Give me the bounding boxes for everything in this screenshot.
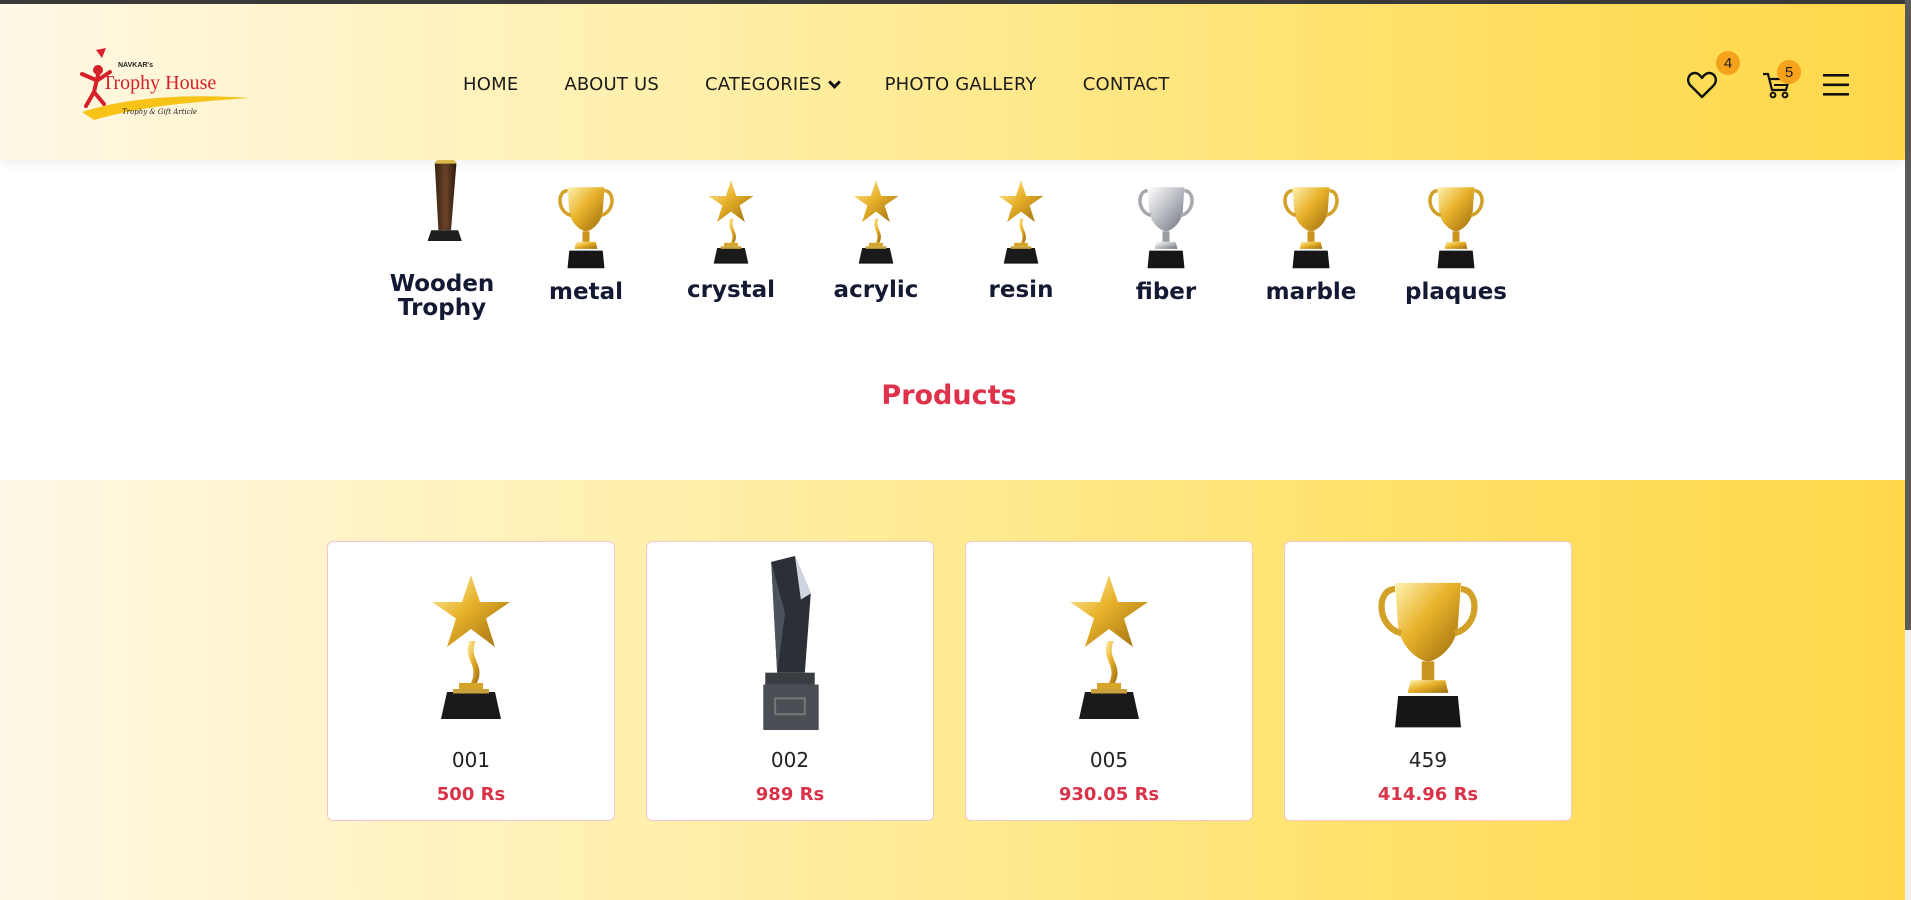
category-wooden-trophy[interactable]: Wooden Trophy [382,160,502,320]
scrollbar-thumb[interactable] [1905,0,1911,630]
product-name: 001 [451,748,491,772]
wishlist-count-badge: 4 [1716,51,1740,75]
product-card[interactable]: 001 500 Rs [327,541,615,821]
category-metal[interactable]: metal [526,170,646,304]
category-label-line2: Trophy [397,295,487,321]
nav-photo-gallery-label: PHOTO GALLERY [884,74,1037,95]
star-trophy-icon [850,176,902,268]
site-header: NAVKAR's Trophy House Trophy & Gift Arti… [0,4,1905,160]
gold-cup-icon [555,182,617,270]
category-plaques-label: plaques [1405,279,1507,305]
products-heading: Products [881,380,1017,411]
product-price: 414.96 Rs [1377,784,1479,805]
category-resin-label: resin [988,277,1054,303]
category-acrylic[interactable]: acrylic [816,168,936,302]
main-nav: HOME ABOUT US CATEGORIES PHOTO GALLERY C… [463,74,1169,95]
page-scrollbar[interactable] [1905,0,1911,900]
category-marble-label: marble [1265,279,1357,305]
category-metal-label: metal [549,279,623,305]
gold-cup-icon [1373,572,1483,732]
nav-categories-label: CATEGORIES [705,74,822,95]
product-name: 002 [770,748,810,772]
nav-about-us[interactable]: ABOUT US [564,74,659,95]
category-fiber-label: fiber [1135,279,1197,305]
nav-photo-gallery[interactable]: PHOTO GALLERY [885,74,1037,95]
nav-about-us-label: ABOUT US [564,74,660,95]
site-logo[interactable]: NAVKAR's Trophy House Trophy & Gift Arti… [72,44,252,130]
product-price: 930.05 Rs [1058,784,1160,805]
heart-icon [1687,71,1717,99]
nav-home-label: HOME [463,74,519,95]
logo-title: Trophy House [102,72,217,94]
category-label-line1: Wooden [389,271,495,297]
silver-cup-icon [1135,182,1197,270]
category-wooden-trophy-label: Wooden Trophy [382,272,502,320]
logo-top-text: NAVKAR's [118,62,153,69]
category-marble[interactable]: marble [1251,170,1371,304]
category-strip: Wooden Trophy metal crystal acrylic resin… [0,160,1905,480]
category-resin[interactable]: resin [961,168,1081,302]
gold-cup-icon [1425,182,1487,270]
product-price: 989 Rs [755,784,825,805]
product-price: 500 Rs [436,784,506,805]
product-name: 459 [1408,748,1448,772]
menu-button[interactable] [1819,68,1853,102]
cart-count-badge: 5 [1777,60,1801,84]
nav-contact[interactable]: CONTACT [1083,74,1170,95]
logo-tagline: Trophy & Gift Article [122,108,198,116]
menu-icon [1823,74,1849,96]
crystal-tower-trophy-icon [752,554,828,732]
product-card[interactable]: 005 930.05 Rs [965,541,1253,821]
wishlist-button[interactable] [1685,68,1719,102]
product-name: 005 [1089,748,1129,772]
category-crystal-label: crystal [686,277,776,303]
product-card[interactable]: 002 989 Rs [646,541,934,821]
category-crystal[interactable]: crystal [671,168,791,302]
category-acrylic-label: acrylic [833,277,919,303]
product-card[interactable]: 459 414.96 Rs [1284,541,1572,821]
star-trophy-icon [426,562,516,732]
gold-cup-icon [1280,182,1342,270]
chevron-down-icon [827,75,841,89]
star-trophy-icon [995,176,1047,268]
star-trophy-icon [705,176,757,268]
wooden-trophy-icon [414,160,470,250]
category-plaques[interactable]: plaques [1396,170,1516,304]
nav-contact-label: CONTACT [1082,74,1170,95]
category-fiber[interactable]: fiber [1106,170,1226,304]
products-section [0,480,1905,900]
nav-categories[interactable]: CATEGORIES [705,74,841,95]
star-trophy-icon [1064,562,1154,732]
nav-home[interactable]: HOME [463,74,518,95]
